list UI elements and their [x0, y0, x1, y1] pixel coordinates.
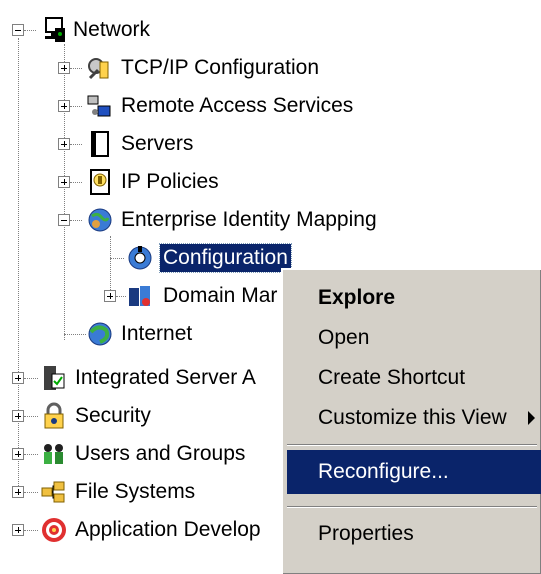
collapse-network-toggle[interactable] — [12, 24, 24, 36]
tree-item-label: Application Develop — [75, 518, 261, 541]
internet-icon — [88, 322, 112, 346]
tree-item-label: File Systems — [75, 480, 196, 503]
file-systems-icon — [41, 481, 65, 503]
menu-item-label: Explore — [318, 286, 396, 309]
collapse-eim-toggle[interactable] — [58, 214, 70, 226]
tree-item-users-groups[interactable]: Users and Groups — [72, 434, 248, 474]
tree-line — [64, 334, 86, 335]
tree-item-label: Remote Access Services — [121, 94, 354, 117]
tree-line — [70, 220, 82, 221]
menu-item-reconfigure[interactable]: Reconfigure... — [287, 450, 541, 494]
tree-item-tcpip[interactable]: TCP/IP Configuration — [118, 48, 322, 88]
tree-line — [24, 530, 38, 531]
eim-icon — [88, 208, 112, 232]
tree-item-label: Internet — [121, 322, 193, 345]
expand-security-toggle[interactable] — [12, 410, 24, 422]
tree-item-configuration[interactable]: Configuration — [159, 238, 292, 278]
menu-item-label: Properties — [318, 522, 414, 545]
tree-item-label: Integrated Server A — [75, 366, 256, 389]
menu-item-explore[interactable]: Explore — [287, 276, 541, 320]
tree-item-integrated-server[interactable]: Integrated Server A — [72, 358, 259, 398]
tree-item-label: IP Policies — [121, 170, 219, 193]
expand-file-systems-toggle[interactable] — [12, 486, 24, 498]
tree-item-app-dev[interactable]: Application Develop — [72, 510, 264, 550]
tree-line — [24, 30, 36, 31]
integrated-server-icon — [44, 366, 65, 390]
menu-item-properties[interactable]: Properties — [287, 512, 541, 556]
expand-domain-toggle[interactable] — [104, 290, 116, 302]
tree-line — [64, 44, 65, 340]
menu-item-open[interactable]: Open — [287, 316, 541, 360]
menu-separator — [287, 506, 537, 508]
tree-line — [116, 296, 126, 297]
menu-separator — [287, 444, 537, 446]
tcpip-config-icon — [88, 58, 109, 80]
menu-item-label: Open — [318, 326, 370, 349]
submenu-arrow-icon — [528, 411, 535, 425]
tree-item-label: TCP/IP Configuration — [121, 56, 320, 79]
servers-icon — [91, 131, 109, 157]
expand-tcpip-toggle[interactable] — [58, 62, 70, 74]
tree-item-remote-access[interactable]: Remote Access Services — [118, 86, 356, 126]
tree-item-label: Users and Groups — [75, 442, 246, 465]
tree-line — [70, 68, 82, 69]
application-development-icon — [42, 518, 66, 542]
tree-line — [24, 416, 38, 417]
expand-integrated-server-toggle[interactable] — [12, 372, 24, 384]
menu-item-label: Customize this View — [318, 406, 507, 429]
tree-line — [70, 106, 82, 107]
tree-item-label: Security — [75, 404, 151, 427]
tree-item-file-systems[interactable]: File Systems — [72, 472, 198, 512]
tree-item-ip-policies[interactable]: IP Policies — [118, 162, 222, 202]
tree-item-label: Configuration — [159, 243, 292, 273]
menu-item-customize-view[interactable]: Customize this View — [287, 396, 541, 440]
configuration-icon — [128, 246, 152, 270]
tree-item-security[interactable]: Security — [72, 396, 154, 436]
security-icon — [44, 402, 64, 429]
expand-app-dev-toggle[interactable] — [12, 524, 24, 536]
expand-users-groups-toggle[interactable] — [12, 448, 24, 460]
menu-item-label: Create Shortcut — [318, 366, 466, 389]
tree-line — [24, 378, 38, 379]
tree-item-label: Domain Mar — [163, 284, 278, 307]
tree-item-domain[interactable]: Domain Mar — [160, 276, 280, 316]
menu-item-label: Reconfigure... — [318, 460, 449, 483]
tree-line — [70, 182, 82, 183]
tree-item-label: Network — [73, 18, 151, 41]
users-groups-icon — [44, 444, 63, 464]
menu-item-create-shortcut[interactable]: Create Shortcut — [287, 356, 541, 400]
ip-policies-icon — [90, 169, 110, 195]
tree-line — [110, 258, 124, 259]
expand-remote-access-toggle[interactable] — [58, 100, 70, 112]
tree-item-network[interactable]: Network — [70, 10, 153, 50]
network-icon — [45, 17, 65, 42]
domain-management-icon — [129, 286, 150, 306]
tree-item-internet[interactable]: Internet — [118, 314, 195, 354]
tree-item-servers[interactable]: Servers — [118, 124, 196, 164]
tree-line — [70, 144, 82, 145]
tree-item-eim[interactable]: Enterprise Identity Mapping — [118, 200, 380, 240]
tree-line — [24, 454, 38, 455]
context-menu: Explore Open Create Shortcut Customize t… — [281, 268, 541, 574]
tree-item-label: Servers — [121, 132, 194, 155]
tree-item-label: Enterprise Identity Mapping — [121, 208, 377, 231]
remote-access-icon — [87, 95, 111, 117]
expand-ip-policies-toggle[interactable] — [58, 176, 70, 188]
expand-servers-toggle[interactable] — [58, 138, 70, 150]
tree-line — [24, 492, 38, 493]
